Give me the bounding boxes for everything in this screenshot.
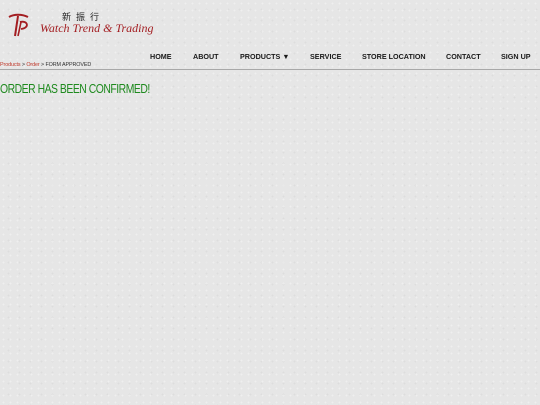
- page: 新振行 Watch Trend & Trading HOME ABOUT PRO…: [0, 0, 540, 405]
- confirmation-message: ORDER HAS BEEN CONFIRMED!: [0, 81, 150, 96]
- nav-service[interactable]: SERVICE: [310, 52, 341, 61]
- nav-about[interactable]: ABOUT: [193, 52, 219, 61]
- nav-store-location[interactable]: STORE LOCATION: [362, 52, 426, 61]
- header-divider: [0, 69, 540, 70]
- breadcrumb-order-link[interactable]: Order: [26, 62, 39, 68]
- brand-name-en: Watch Trend & Trading: [40, 21, 154, 35]
- nav-products[interactable]: PRODUCTS ▼: [240, 52, 289, 61]
- breadcrumb: Products > Order > FORM APPROVED: [0, 62, 91, 68]
- breadcrumb-products-link[interactable]: Products: [0, 62, 21, 68]
- breadcrumb-current: FORM APPROVED: [45, 62, 92, 68]
- tp-monogram-icon: [8, 13, 29, 37]
- nav-contact[interactable]: CONTACT: [446, 52, 481, 61]
- nav-home[interactable]: HOME: [150, 52, 172, 61]
- nav-sign-up[interactable]: SIGN UP: [501, 52, 531, 61]
- brand-logo[interactable]: 新振行 Watch Trend & Trading: [6, 10, 156, 40]
